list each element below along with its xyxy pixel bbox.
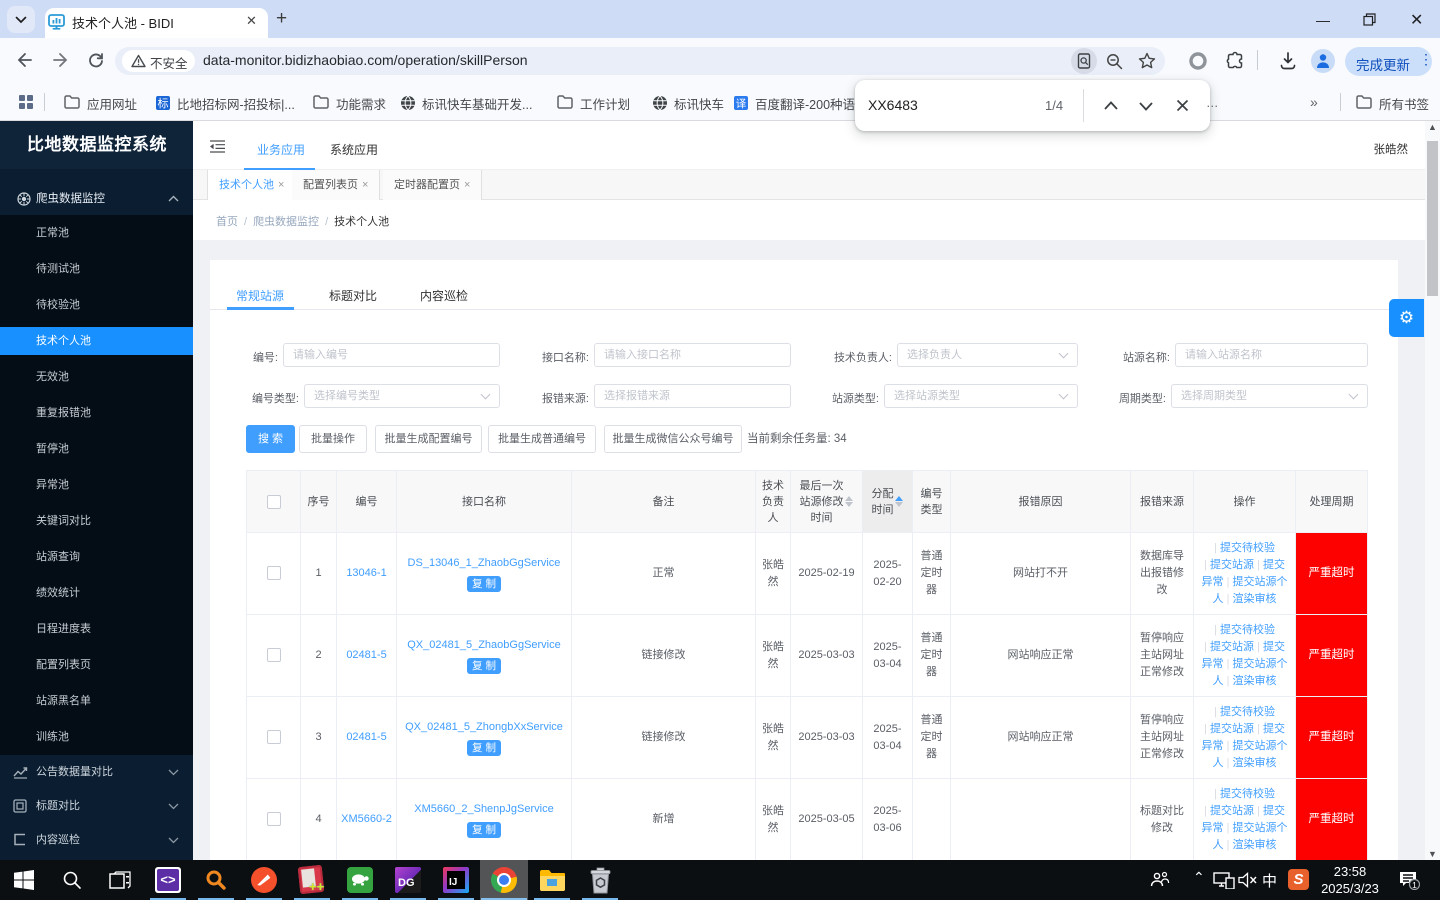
svg-text:译: 译 [736, 98, 747, 110]
svg-text:1: 1 [1412, 880, 1417, 890]
svg-text:标: 标 [158, 96, 169, 110]
